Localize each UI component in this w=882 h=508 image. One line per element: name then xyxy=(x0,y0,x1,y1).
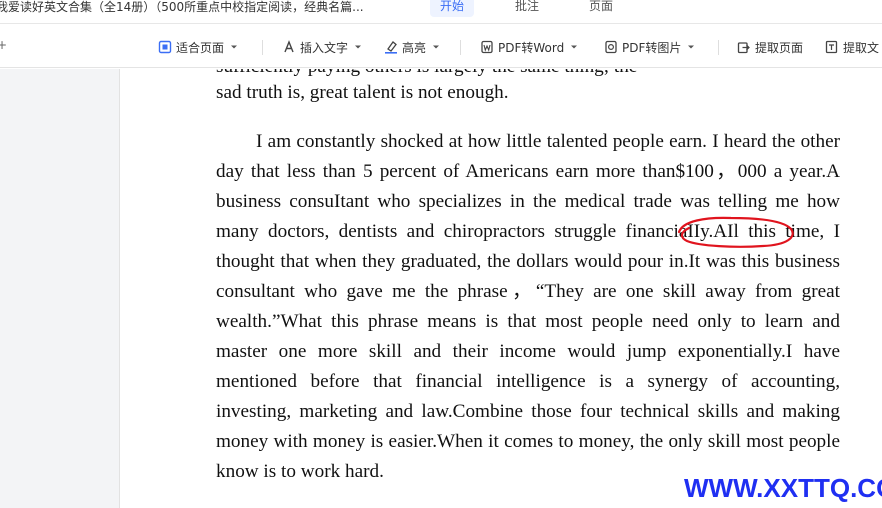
toolbar-divider xyxy=(718,40,719,55)
pdf-to-word-icon xyxy=(481,40,493,54)
extract-text-button[interactable]: 提取文 xyxy=(825,38,879,56)
toolbar-divider xyxy=(460,40,461,55)
fit-page-label: 适合页面 xyxy=(176,40,225,55)
pdf-to-image-label: PDF转图片 xyxy=(622,40,682,55)
pdf-to-word-button[interactable]: PDF转Word xyxy=(480,38,578,56)
chevron-down-icon xyxy=(355,45,362,49)
paragraph-1-tail: sad truth is, great talent is not enough… xyxy=(216,82,509,103)
chevron-down-icon xyxy=(433,45,440,49)
expand-icon[interactable]: + xyxy=(0,38,7,52)
extract-page-icon xyxy=(737,42,750,54)
title-bar: 我爱读好英文合集（全14册）（500所重点中校指定阅读，经典名篇... 开始 批… xyxy=(0,0,882,24)
extract-text-icon xyxy=(825,40,838,54)
highlight-icon xyxy=(385,41,397,54)
tab-page[interactable]: 页面 xyxy=(579,0,623,17)
insert-text-icon xyxy=(284,40,294,53)
chevron-down-icon xyxy=(571,45,578,49)
highlight-button[interactable]: 高亮 xyxy=(384,38,440,56)
extract-page-label: 提取页面 xyxy=(755,40,804,55)
insert-text-button[interactable]: 插入文字 xyxy=(282,38,362,56)
pdf-to-image-icon xyxy=(605,40,617,54)
chevron-down-icon xyxy=(231,45,238,49)
tab-start[interactable]: 开始 xyxy=(430,0,475,17)
document-page[interactable]: sufficiently paying others is largely th… xyxy=(121,69,882,508)
site-watermark: WWW.XXTTQ.COM xyxy=(684,473,882,503)
paragraph-2: I am constantly shocked at how little ta… xyxy=(216,131,840,482)
chevron-down-icon xyxy=(688,45,695,49)
toolbar-divider xyxy=(262,40,263,55)
insert-text-label: 插入文字 xyxy=(300,40,349,55)
fit-page-button[interactable]: 适合页面 xyxy=(158,38,238,56)
toolbar: + 适合页面 插入文字 高亮 PDF转Word PDF转图片 提取页面 提取文 xyxy=(0,24,882,68)
pdf-to-image-button[interactable]: PDF转图片 xyxy=(604,38,695,56)
fit-page-icon xyxy=(158,40,172,54)
highlight-label: 高亮 xyxy=(402,40,427,55)
partial-text-line: sufficiently paying others is largely th… xyxy=(216,69,840,77)
tab-annotate[interactable]: 批注 xyxy=(505,0,549,17)
extract-page-button[interactable]: 提取页面 xyxy=(737,38,803,56)
document-title: 我爱读好英文合集（全14册）（500所重点中校指定阅读，经典名篇... xyxy=(0,0,364,14)
extract-text-label: 提取文 xyxy=(843,40,880,55)
side-panel[interactable] xyxy=(0,69,120,508)
pdf-to-word-label: PDF转Word xyxy=(498,40,565,55)
